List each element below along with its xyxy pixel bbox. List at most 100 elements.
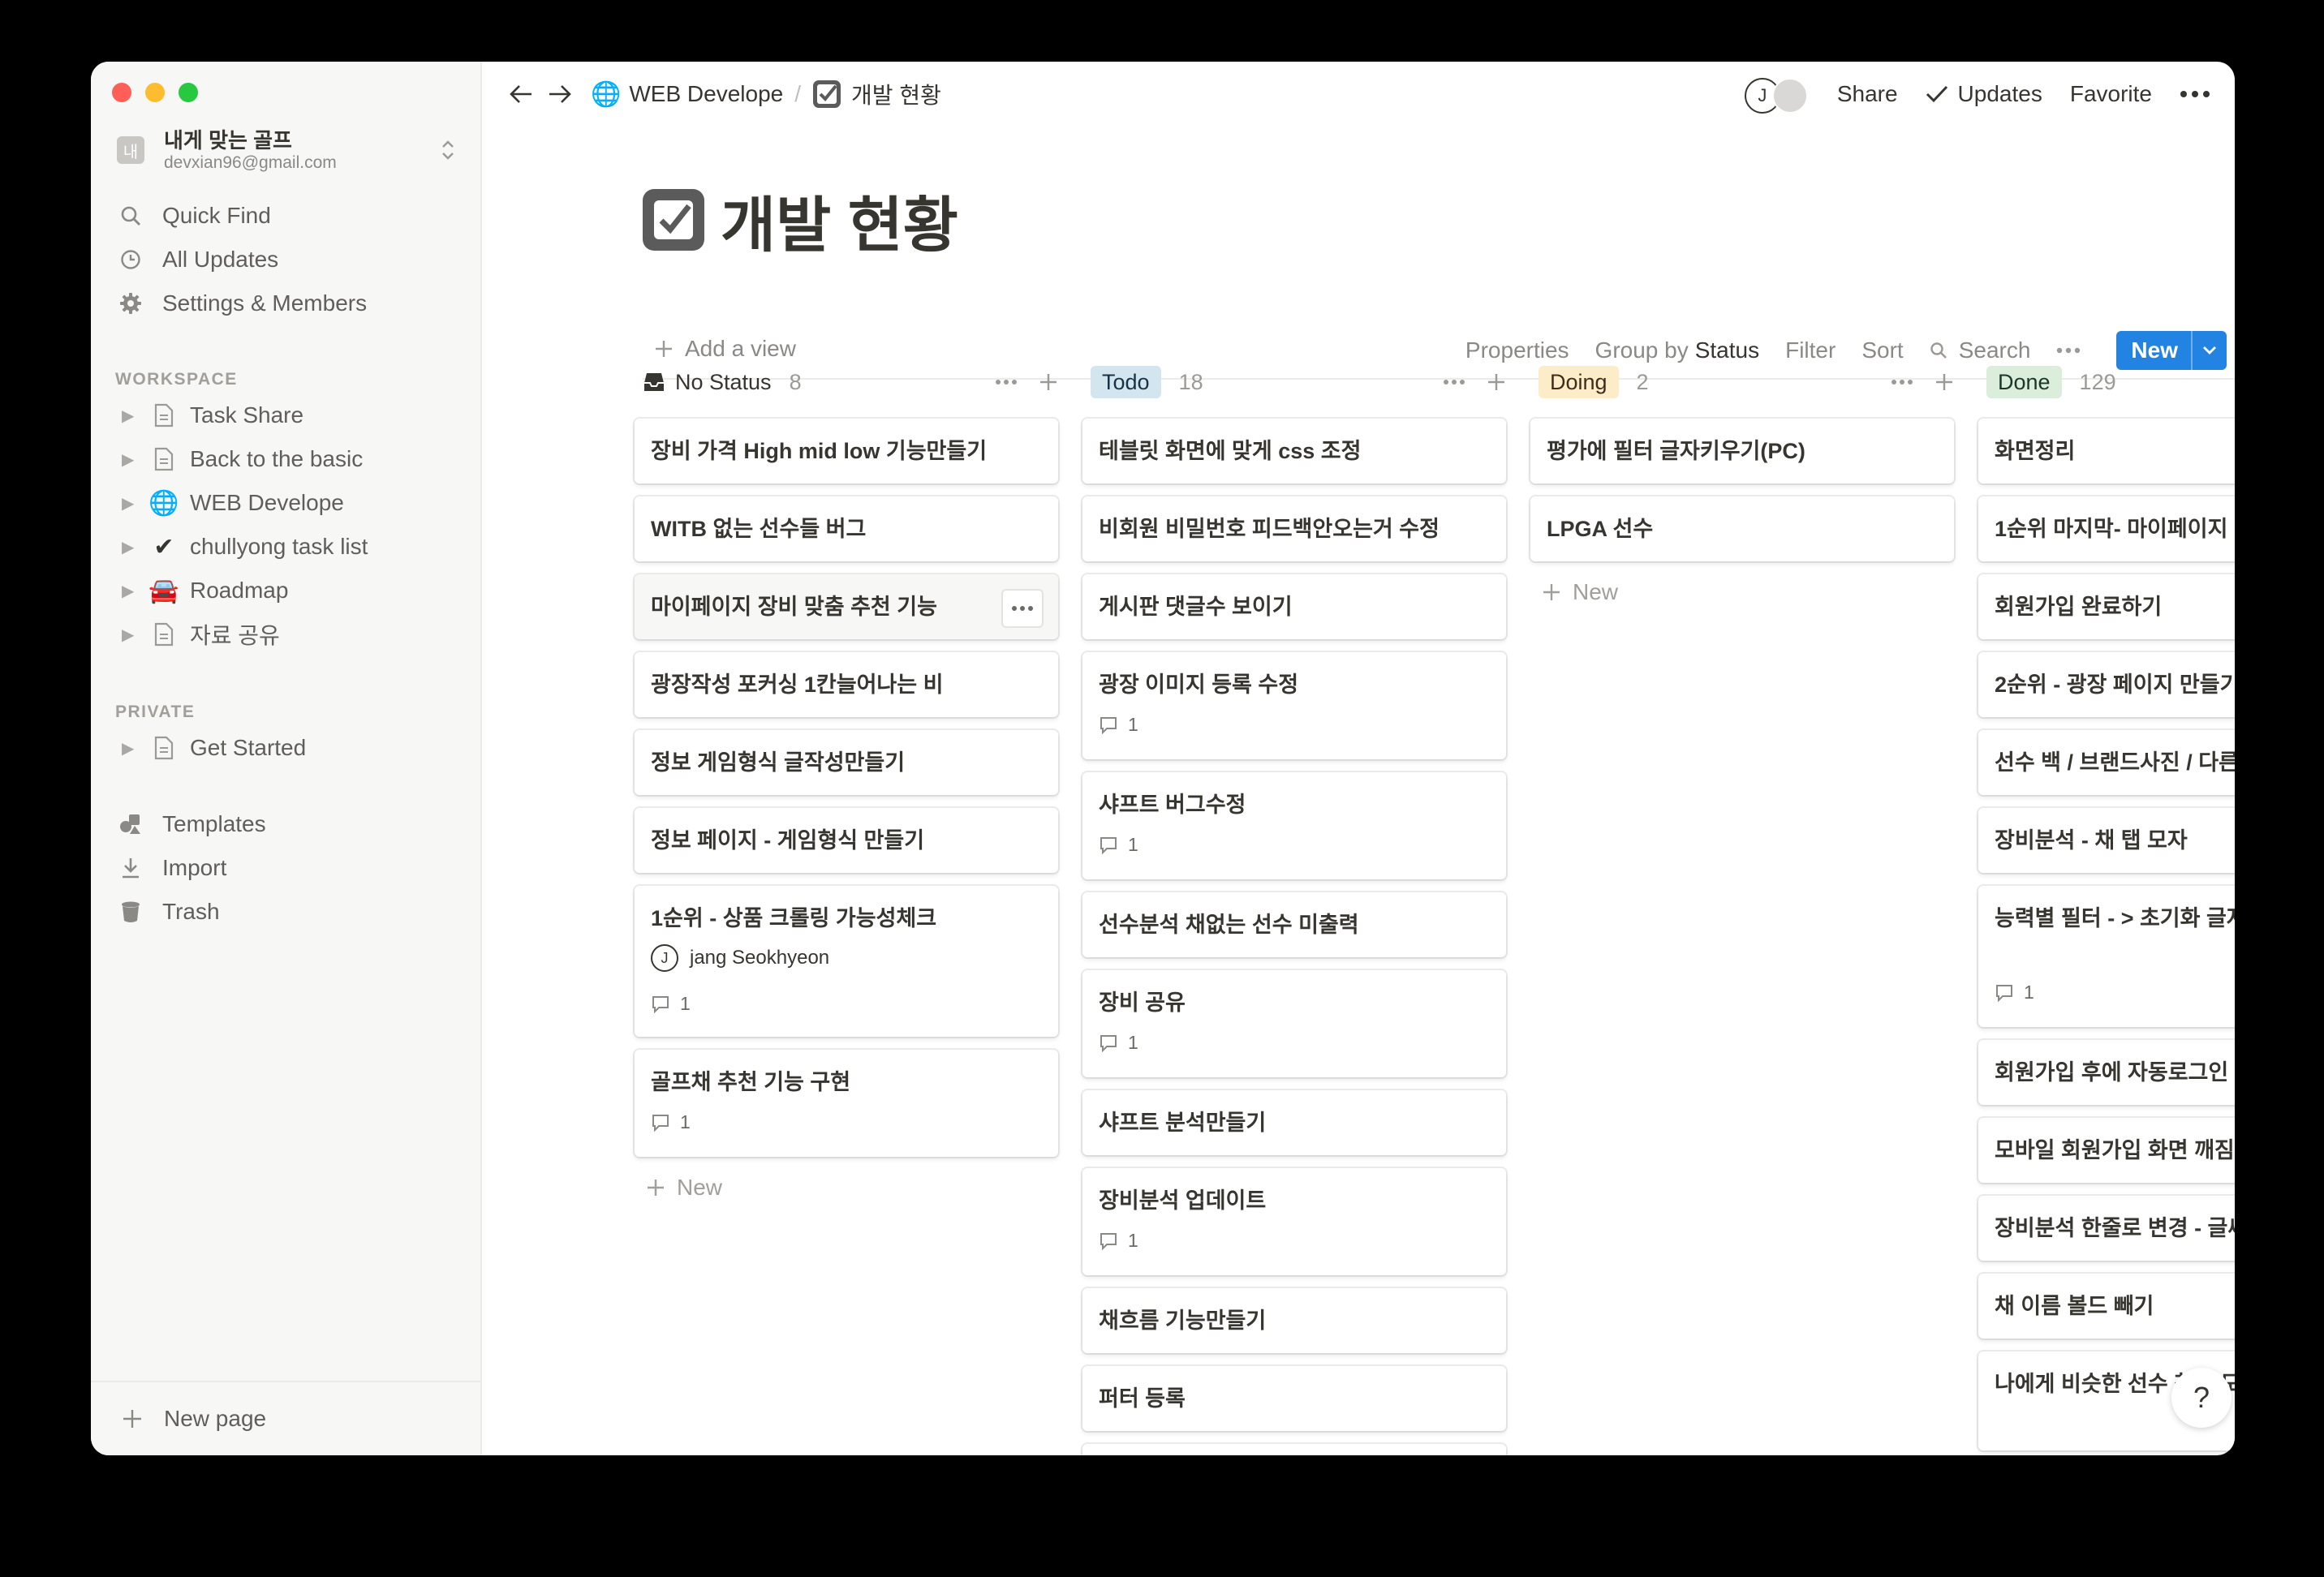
board-card[interactable]: 광장 이미지 등록 수정 1 [1082,652,1506,759]
sort-button[interactable]: Sort [1861,337,1903,363]
board-card[interactable]: 능력별 필터 - > 초기화 글자 내용) 1 [1978,886,2235,1027]
column-status-label[interactable]: Todo [1091,366,1161,398]
back-arrow-icon[interactable] [505,83,537,105]
board-card[interactable]: 장비분석 - 채 탭 모자 [1978,808,2235,873]
import-link[interactable]: Import [117,847,458,889]
column-status-label[interactable]: Doing [1539,366,1619,398]
card-title: 장비 가격 High mid low 기능만들기 [651,439,988,463]
board-card[interactable]: 모바일 회원가입 화면 깨짐 [1978,1118,2235,1183]
forward-arrow-icon[interactable] [544,83,576,105]
board-card[interactable]: 1순위 - 상품 크롤링 가능성체크 Jjang Seokhyeon 1 [635,886,1058,1037]
expand-toggle-icon[interactable]: ▶ [122,406,138,426]
workspace-switcher[interactable]: 내 내게 맞는 골프 devxian96@gmail.com [117,127,458,174]
board-card[interactable]: 비회원 비밀번호 피드백안오는거 수정 [1082,496,1506,561]
column-new-button[interactable]: New [1542,579,1618,605]
favorite-button[interactable]: Favorite [2070,81,2152,107]
column-more-icon[interactable] [1443,379,1465,385]
quick-find-link[interactable]: Quick Find [117,195,458,237]
page-title[interactable]: 개발 현황 [721,177,958,264]
board-card[interactable]: 마이페이지 장비 맞춤 추천 기능 [635,574,1058,639]
filter-button[interactable]: Filter [1785,337,1836,363]
board-card[interactable]: 채흐름 기능만들기 [1082,1288,1506,1353]
card-title: 선수분석 채없는 선수 미출력 [1099,913,1359,937]
workspace-name: 내게 맞는 골프 [164,128,292,153]
collaborator-avatars[interactable]: J [1744,73,1810,115]
settings-link[interactable]: Settings & Members [117,282,458,324]
board-card[interactable]: 정보 페이지 - 게임형식 만들기 [635,808,1058,873]
column-add-icon[interactable] [1039,372,1058,392]
search-label: Search [1958,337,2031,363]
board-card[interactable]: 골프채 추천 기능 구현 1 [635,1050,1058,1157]
more-options-icon[interactable] [2180,90,2210,98]
column-status-label[interactable]: No Status [675,367,772,397]
share-button[interactable]: Share [1837,81,1898,107]
card-title: 1순위 마지막- 마이페이지 [1995,517,2228,541]
sidebar-page-back-to-basic[interactable]: ▶ Back to the basic [117,438,458,480]
board-card[interactable]: 퍼터 등록 [1082,1366,1506,1431]
breadcrumb-current[interactable]: 개발 현황 [851,78,941,110]
board-card[interactable]: 화면정리 [1978,419,2235,483]
group-by-button[interactable]: Group by Status [1595,337,1760,363]
board-card[interactable]: 테블릿 화면에 맞게 css 조정 [1082,419,1506,483]
board-card[interactable]: LPGA 선수 [1530,496,1954,561]
board-card[interactable]: 선수 백 / 브랜드사진 / 다른 [1978,730,2235,795]
templates-link[interactable]: Templates [117,803,458,845]
close-window-button[interactable] [112,83,131,102]
expand-toggle-icon[interactable]: ▶ [122,537,138,557]
board-card[interactable]: 장비분석 한줄로 변경 - 글씨 [1978,1196,2235,1261]
board-card[interactable]: 정보 게임형식 글작성만들기 [635,730,1058,795]
column-new-button[interactable]: New [646,1175,722,1201]
more-options-icon[interactable] [2056,347,2081,354]
expand-toggle-icon[interactable]: ▶ [122,449,138,470]
add-view-button[interactable]: Add a view [654,336,796,362]
column-more-icon[interactable] [995,379,1018,385]
updates-button[interactable]: Updates [1926,81,2042,107]
workspace-email: devxian96@gmail.com [164,153,337,172]
trash-link[interactable]: Trash [117,891,458,933]
comment-icon [1099,836,1118,854]
new-page-button[interactable]: New page [91,1381,480,1455]
column-add-icon[interactable] [1935,372,1954,392]
help-button[interactable]: ? [2171,1368,2231,1428]
board-card[interactable]: 장비분석 업데이트 1 [1082,1168,1506,1275]
properties-button[interactable]: Properties [1465,337,1569,363]
card-title: 광장 이미지 등록 수정 [1099,672,1299,697]
board-card[interactable]: 1순위 마지막- 마이페이지 [1978,496,2235,561]
expand-toggle-icon[interactable]: ▶ [122,493,138,513]
board-card[interactable]: 샤프트 버그수정 1 [1082,772,1506,879]
sidebar-page-shared-materials[interactable]: ▶ 자료 공유 [117,613,458,655]
breadcrumb-parent-link[interactable]: WEB Develope [629,81,783,107]
board-card[interactable]: 장비 공유 1 [1082,970,1506,1077]
search-button[interactable]: Search [1930,337,2031,363]
board-card[interactable]: 2순위 - 광장 페이지 만들기 [1978,652,2235,717]
board-card[interactable]: 샤프트 분석만들기 [1082,1090,1506,1155]
column-status-label[interactable]: Done [1986,366,2062,398]
column-add-icon[interactable] [1487,372,1506,392]
checkbox-icon[interactable] [643,189,704,251]
board-card[interactable] [1082,1444,1506,1455]
sidebar-page-task-share[interactable]: ▶ Task Share [117,394,458,436]
expand-toggle-icon[interactable]: ▶ [122,581,138,601]
card-title: 장비분석 - 채 탭 모자 [1995,828,2188,853]
board-card[interactable]: 회원가입 후에 자동로그인 [1978,1040,2235,1105]
board-card[interactable]: 평가에 필터 글자키우기(PC) [1530,419,1954,483]
sidebar-page-roadmap[interactable]: ▶ 🚘 Roadmap [117,569,458,612]
board-card[interactable]: 장비 가격 High mid low 기능만들기 [635,419,1058,483]
sidebar-page-web-develope[interactable]: ▶ 🌐 WEB Develope [117,482,458,524]
board-card[interactable]: 게시판 댓글수 보이기 [1082,574,1506,639]
sidebar-page-chullyong-task-list[interactable]: ▶ ✔ chullyong task list [117,526,458,568]
all-updates-link[interactable]: All Updates [117,238,458,281]
card-more-icon[interactable] [1001,589,1044,628]
card-title: 장비분석 업데이트 [1099,1188,1267,1213]
board-card[interactable]: WITB 없는 선수들 버그 [635,496,1058,561]
expand-toggle-icon[interactable]: ▶ [122,738,138,758]
board-card[interactable]: 선수분석 채없는 선수 미출력 [1082,892,1506,957]
column-more-icon[interactable] [1891,379,1913,385]
board-card[interactable]: 광장작성 포커싱 1칸늘어나는 비 [635,652,1058,717]
board-card[interactable]: 회원가입 완료하기 [1978,574,2235,639]
minimize-window-button[interactable] [145,83,165,102]
zoom-window-button[interactable] [179,83,198,102]
board-card[interactable]: 채 이름 볼드 빼기 [1978,1274,2235,1339]
sidebar-page-get-started[interactable]: ▶ Get Started [117,727,458,769]
expand-toggle-icon[interactable]: ▶ [122,625,138,645]
